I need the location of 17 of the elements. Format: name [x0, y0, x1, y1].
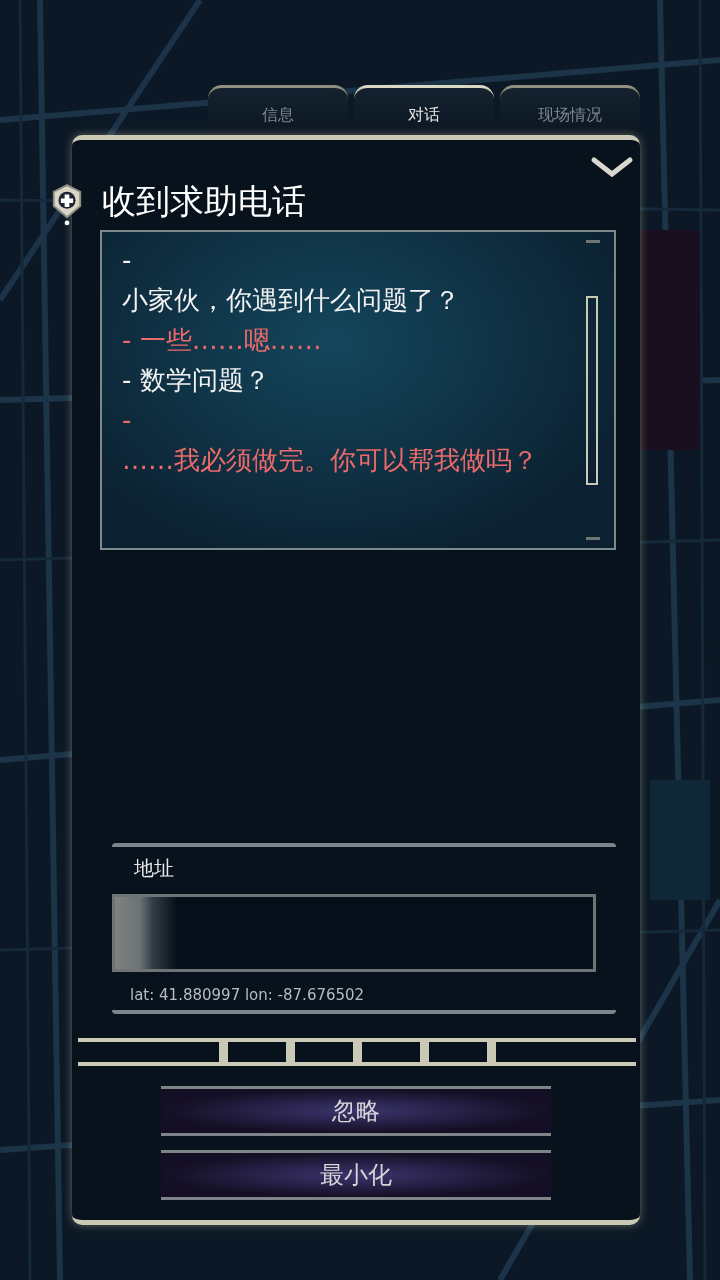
tab[interactable]: 对话 — [354, 85, 494, 135]
dialogue-line: - 数学问题？ — [122, 364, 271, 397]
dialogue-line: 小家伙，你遇到什么问题了？ — [122, 284, 461, 317]
coordinates-text: lat: 41.880997 lon: -87.676502 — [129, 985, 366, 1004]
action-button[interactable]: 忽略 — [161, 1086, 551, 1136]
scrollbar[interactable] — [586, 240, 600, 540]
dialogue-line: - — [122, 244, 133, 277]
dialogue-line: - — [122, 404, 133, 437]
tab[interactable]: 信息 — [208, 85, 348, 135]
panel-title: 收到求助电话 — [102, 180, 306, 223]
dialogue-line: - 一些……嗯…… — [122, 324, 323, 357]
medical-cross-badge-icon — [50, 182, 84, 228]
chevron-down-icon[interactable] — [590, 156, 634, 180]
action-button[interactable]: 最小化 — [161, 1150, 551, 1200]
tab[interactable]: 现场情况 — [500, 85, 640, 135]
address-label: 地址 — [133, 855, 175, 882]
dialogue-line: ……我必须做完。你可以帮我做吗？ — [122, 444, 539, 477]
